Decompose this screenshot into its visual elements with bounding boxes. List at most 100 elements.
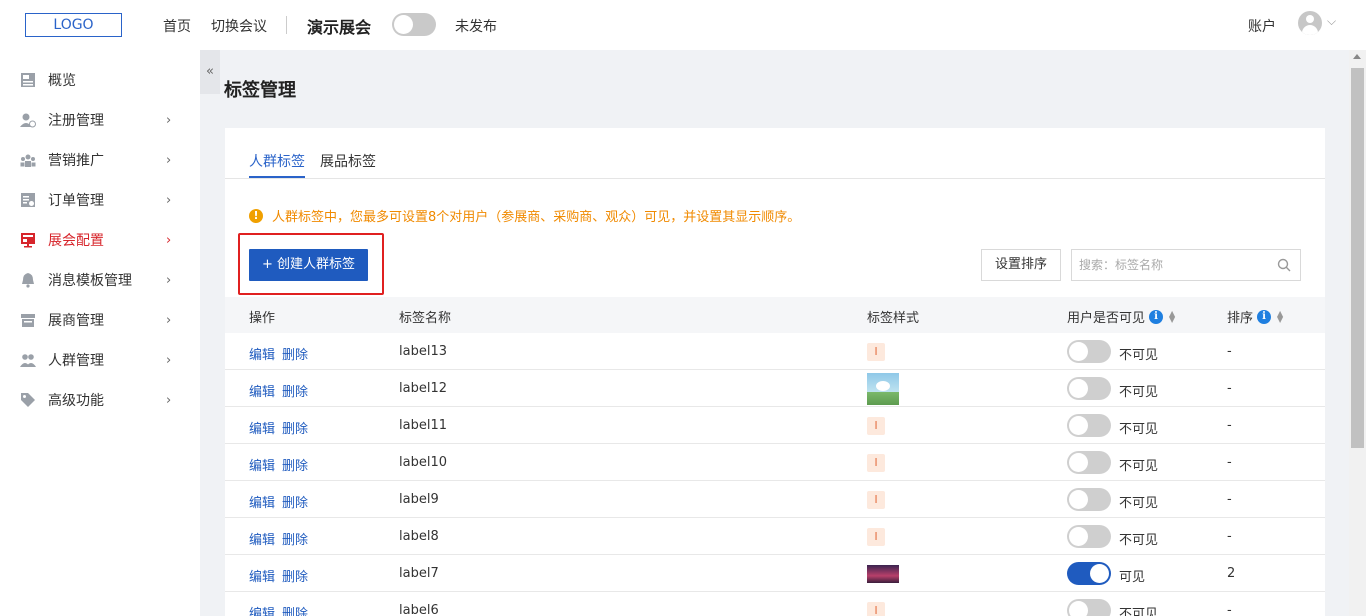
toggle-knob: [1069, 527, 1088, 546]
order-value: -: [1227, 418, 1232, 433]
tab-exhibit-tags[interactable]: 展品标签: [320, 151, 376, 171]
tag-name: label8: [399, 529, 439, 544]
edit-link[interactable]: 编辑: [249, 418, 275, 437]
order-value: 2: [1227, 566, 1236, 581]
sidebar-item-7[interactable]: 人群管理 ›: [0, 340, 200, 380]
edit-link[interactable]: 编辑: [249, 344, 275, 363]
visibility-toggle[interactable]: [1067, 377, 1111, 400]
page-scrollbar[interactable]: [1349, 50, 1366, 616]
edit-link[interactable]: 编辑: [249, 455, 275, 474]
chevron-down-icon[interactable]: ⌵: [1327, 14, 1336, 29]
edit-link[interactable]: 编辑: [249, 381, 275, 400]
nav-divider: [286, 16, 287, 34]
sidebar-item-8[interactable]: 高级功能 ›: [0, 380, 200, 420]
scroll-thumb[interactable]: [1351, 68, 1364, 448]
visibility-text: 不可见: [1119, 422, 1159, 437]
header-visible[interactable]: 用户是否可见 i ▲ ▼: [1067, 307, 1175, 326]
toggle-knob: [1069, 490, 1088, 509]
table-row: 编辑 删除 label9 l 不可见 -: [225, 481, 1325, 518]
tag-style-chip: l: [867, 343, 885, 361]
delete-link[interactable]: 删除: [282, 344, 308, 363]
edit-link[interactable]: 编辑: [249, 492, 275, 511]
delete-link[interactable]: 删除: [282, 603, 308, 616]
chevron-right-icon: ›: [166, 272, 172, 288]
search-input[interactable]: [1072, 250, 1262, 280]
delete-link[interactable]: 删除: [282, 381, 308, 400]
tab-audience-tags[interactable]: 人群标签: [249, 151, 305, 171]
edit-link[interactable]: 编辑: [249, 566, 275, 585]
tab-active-indicator: [249, 176, 305, 178]
create-audience-tag-button[interactable]: + 创建人群标签: [249, 249, 368, 281]
sidebar-item-label: 概览: [48, 73, 76, 89]
top-bar: LOGO 首页 切换会议 演示展会 未发布 账户 ⌵: [0, 0, 1366, 50]
sidebar-item-2[interactable]: 营销推广 ›: [0, 140, 200, 180]
logo[interactable]: LOGO: [25, 13, 122, 37]
nav-switch-meeting-link[interactable]: 切换会议: [211, 16, 267, 36]
delete-link[interactable]: 删除: [282, 455, 308, 474]
info-icon[interactable]: i: [1257, 309, 1272, 324]
visibility-text: 不可见: [1119, 385, 1159, 400]
visibility-toggle[interactable]: [1067, 525, 1111, 548]
chevron-right-icon: ›: [166, 112, 172, 128]
publish-toggle[interactable]: [392, 13, 436, 36]
table-row: 编辑 删除 label11 l 不可见 -: [225, 407, 1325, 444]
tag-name: label7: [399, 566, 439, 581]
header-visible-label: 用户是否可见: [1067, 311, 1146, 326]
sidebar-item-1[interactable]: 注册管理 ›: [0, 100, 200, 140]
sidebar: 概览 注册管理 › 营销推广 › 订单管理 › 展会配置 › 消息模板管理 › 展商管理 › 人群管理 › 高…: [0, 50, 200, 616]
tab-bar: 人群标签 展品标签: [225, 128, 1325, 179]
header-name: 标签名称: [399, 311, 452, 326]
tag-style-cell: l: [867, 417, 885, 435]
edit-link[interactable]: 编辑: [249, 603, 275, 616]
page-title: 标签管理: [224, 80, 296, 101]
visibility-toggle[interactable]: [1067, 414, 1111, 437]
nav-home-link[interactable]: 首页: [163, 16, 191, 36]
tag-style-cell: l: [867, 528, 885, 546]
delete-link[interactable]: 删除: [282, 529, 308, 548]
tag-style-chip: l: [867, 602, 885, 616]
publish-status: 未发布: [455, 19, 497, 35]
tag-style-cell: l: [867, 454, 885, 472]
visibility-toggle[interactable]: [1067, 488, 1111, 511]
sort-icon[interactable]: ▲ ▼: [1277, 309, 1283, 323]
search-icon[interactable]: [1277, 258, 1291, 272]
edit-link[interactable]: 编辑: [249, 529, 275, 548]
delete-link[interactable]: 删除: [282, 418, 308, 437]
sidebar-item-label: 展会配置: [48, 233, 104, 249]
sidebar-item-0[interactable]: 概览: [0, 60, 200, 100]
visibility-toggle[interactable]: [1067, 451, 1111, 474]
tag-style-chip: l: [867, 454, 885, 472]
account-label[interactable]: 账户: [1248, 16, 1276, 36]
sidebar-item-label: 注册管理: [48, 113, 104, 129]
sidebar-item-5[interactable]: 消息模板管理 ›: [0, 260, 200, 300]
toggle-knob: [1069, 416, 1088, 435]
sidebar-item-label: 展商管理: [48, 313, 104, 329]
sidebar-item-label: 营销推广: [48, 153, 104, 169]
tag-style-chip: l: [867, 528, 885, 546]
sidebar-item-4[interactable]: 展会配置 ›: [0, 220, 200, 260]
delete-link[interactable]: 删除: [282, 492, 308, 511]
tag-name: label12: [399, 381, 447, 396]
chevron-right-icon: ›: [166, 232, 172, 248]
tag-name: label11: [399, 418, 447, 433]
visibility-toggle[interactable]: [1067, 340, 1111, 363]
people-icon: [20, 352, 36, 368]
order-value: -: [1227, 344, 1232, 359]
toggle-knob: [1069, 453, 1088, 472]
sort-icon[interactable]: ▲ ▼: [1169, 309, 1175, 323]
tag-name: label10: [399, 455, 447, 470]
avatar-icon[interactable]: [1298, 11, 1322, 35]
tag-style-cell: [867, 373, 899, 405]
set-sort-button[interactable]: 设置排序: [981, 249, 1061, 281]
sidebar-item-6[interactable]: 展商管理 ›: [0, 300, 200, 340]
visibility-toggle[interactable]: [1067, 599, 1111, 616]
user-add-icon: [20, 112, 36, 128]
header-order[interactable]: 排序 i ▲ ▼: [1227, 307, 1283, 326]
delete-link[interactable]: 删除: [282, 566, 308, 585]
store-icon: [20, 312, 36, 328]
scroll-up-arrow-icon[interactable]: [1353, 54, 1361, 59]
info-icon[interactable]: i: [1149, 309, 1164, 324]
sidebar-item-3[interactable]: 订单管理 ›: [0, 180, 200, 220]
collapse-sidebar-button[interactable]: «: [200, 50, 220, 94]
visibility-toggle[interactable]: [1067, 562, 1111, 585]
